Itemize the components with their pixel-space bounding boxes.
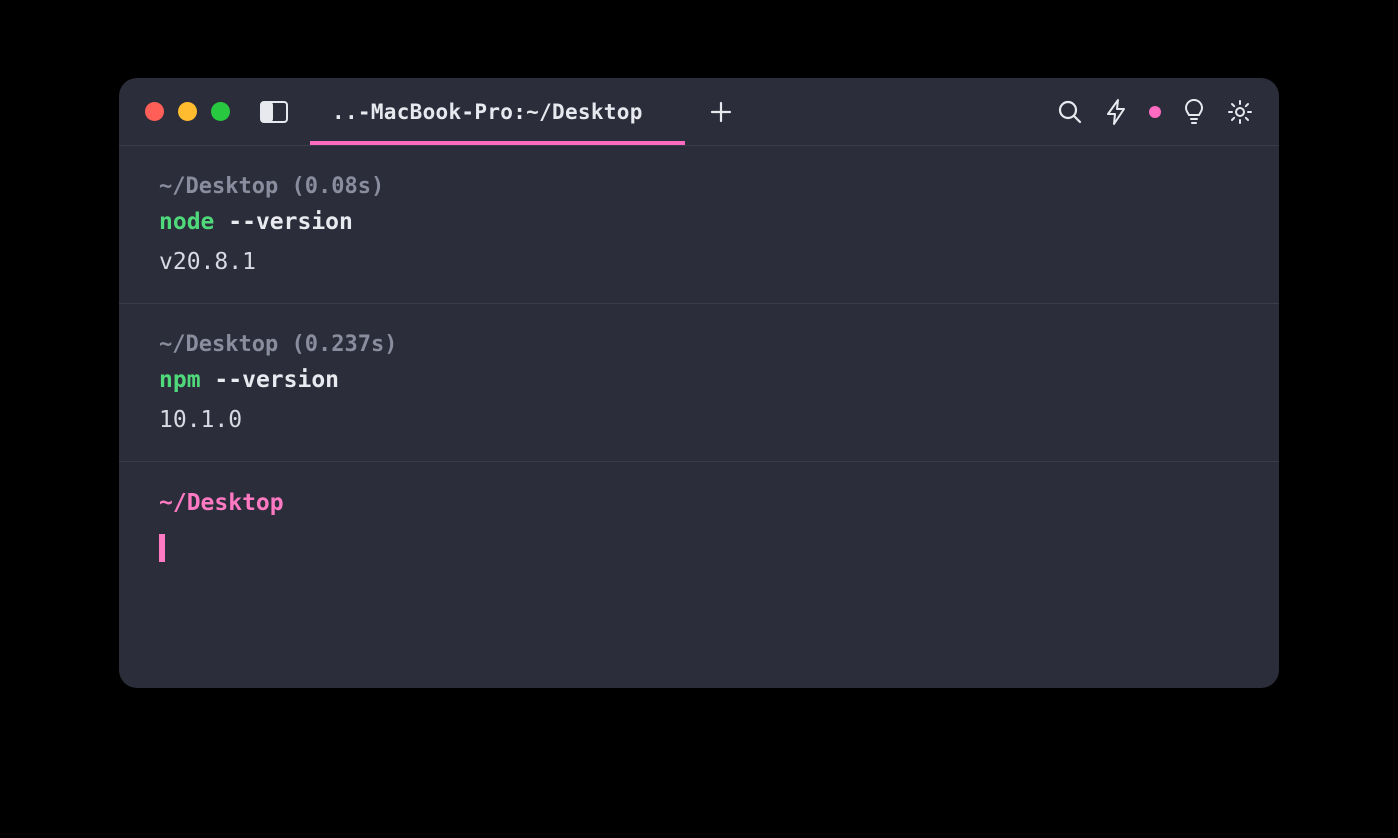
titlebar: ..-MacBook-Pro:~/Desktop <box>119 78 1279 146</box>
lightbulb-icon[interactable] <box>1183 98 1205 126</box>
command-block[interactable]: ~/Desktop (0.08s) node --version v20.8.1 <box>119 146 1279 304</box>
command-line: npm --version <box>159 367 1239 393</box>
split-panels-icon[interactable] <box>260 101 288 123</box>
tab-underline <box>310 141 685 145</box>
close-button[interactable] <box>145 102 164 121</box>
terminal-body[interactable]: ~/Desktop (0.08s) node --version v20.8.1… <box>119 146 1279 688</box>
command-args: --version <box>228 209 353 235</box>
command-block[interactable]: ~/Desktop (0.237s) npm --version 10.1.0 <box>119 304 1279 462</box>
toolbar-right <box>1057 98 1253 126</box>
status-dot-icon[interactable] <box>1149 106 1161 118</box>
terminal-window: ..-MacBook-Pro:~/Desktop <box>119 78 1279 688</box>
context-path: ~/Desktop <box>159 174 278 199</box>
context-line: ~/Desktop (0.08s) <box>159 174 1239 199</box>
context-line: ~/Desktop (0.237s) <box>159 332 1239 357</box>
tab-title: ..-MacBook-Pro:~/Desktop <box>332 100 643 124</box>
minimize-button[interactable] <box>178 102 197 121</box>
new-tab-button[interactable] <box>703 94 739 130</box>
command-output: v20.8.1 <box>159 249 1239 275</box>
search-icon[interactable] <box>1057 99 1083 125</box>
traffic-lights <box>145 102 230 121</box>
context-timing: (0.08s) <box>291 174 384 199</box>
prompt-path: ~/Desktop <box>159 490 1239 516</box>
cursor <box>159 534 165 562</box>
gear-icon[interactable] <box>1227 99 1253 125</box>
prompt-block[interactable]: ~/Desktop <box>119 462 1279 594</box>
context-path: ~/Desktop <box>159 332 278 357</box>
command-line: node --version <box>159 209 1239 235</box>
command-output: 10.1.0 <box>159 407 1239 433</box>
command-name: node <box>159 209 214 235</box>
maximize-button[interactable] <box>211 102 230 121</box>
command-name: npm <box>159 367 201 393</box>
bolt-icon[interactable] <box>1105 98 1127 126</box>
tab-active[interactable]: ..-MacBook-Pro:~/Desktop <box>312 78 683 145</box>
context-timing: (0.237s) <box>291 332 397 357</box>
command-args: --version <box>214 367 339 393</box>
